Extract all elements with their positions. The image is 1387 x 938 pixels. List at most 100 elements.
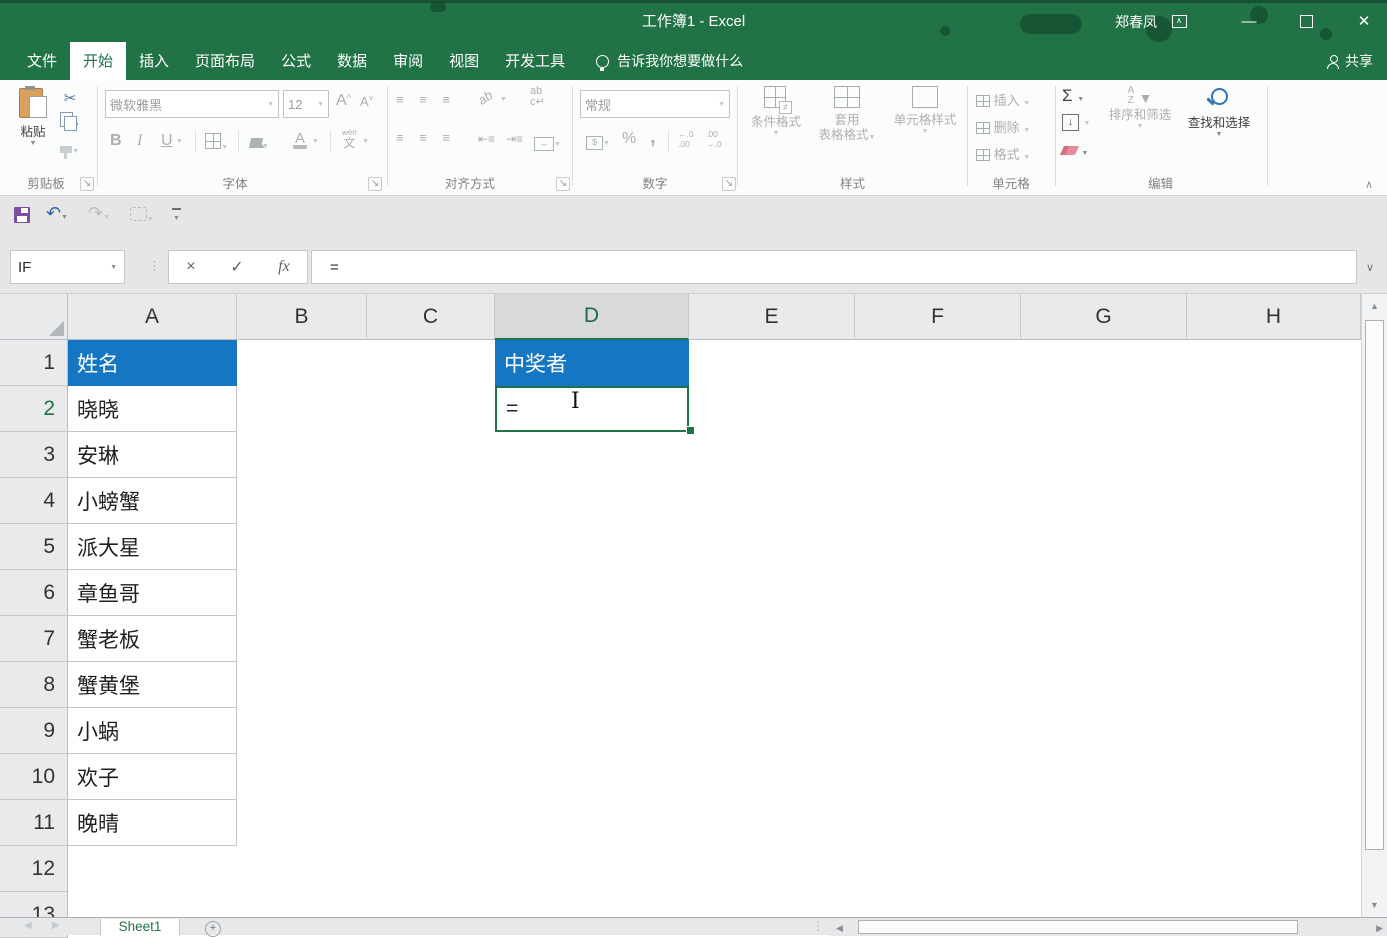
- row-header-12[interactable]: 12: [0, 846, 68, 892]
- save-button[interactable]: [14, 207, 30, 223]
- shrink-font-button[interactable]: A˅: [360, 94, 373, 109]
- underline-dropdown-arrow[interactable]: ▼: [176, 138, 183, 145]
- font-color-dropdown-arrow[interactable]: ▼: [312, 138, 319, 145]
- tab-review[interactable]: 审阅: [380, 42, 436, 80]
- formula-input[interactable]: =: [311, 250, 1357, 284]
- format-painter-button[interactable]: ▼: [60, 140, 79, 158]
- enter-entry-button[interactable]: ✓: [230, 257, 243, 277]
- maximize-button[interactable]: [1283, 0, 1329, 42]
- tell-me-box[interactable]: 告诉我你想要做什么: [596, 42, 743, 80]
- vertical-scrollbar[interactable]: ▲ ▼: [1361, 294, 1387, 917]
- cell-styles-button[interactable]: 单元格样式 ▼: [886, 86, 964, 135]
- undo-button[interactable]: ↶▼: [46, 203, 68, 224]
- cell-a4[interactable]: 小螃蟹: [68, 478, 237, 524]
- cell-a7[interactable]: 蟹老板: [68, 616, 237, 662]
- tab-developer[interactable]: 开发工具: [492, 42, 578, 80]
- expand-formula-bar-button[interactable]: ∨: [1358, 250, 1382, 284]
- format-as-table-button[interactable]: 套用表格格式▼: [812, 86, 882, 145]
- italic-button[interactable]: I: [137, 132, 142, 150]
- tab-file[interactable]: 文件: [14, 42, 70, 80]
- cell-a6[interactable]: 章鱼哥: [68, 570, 237, 616]
- column-header-f[interactable]: F: [855, 294, 1021, 340]
- close-button[interactable]: ✕: [1341, 0, 1387, 42]
- copy-button[interactable]: ▼: [60, 112, 80, 132]
- share-button[interactable]: 共享: [1327, 42, 1373, 80]
- fill-handle[interactable]: [686, 426, 695, 435]
- cell-a8[interactable]: 蟹黄堡: [68, 662, 237, 708]
- account-name[interactable]: 郑春凤: [1115, 0, 1157, 42]
- cancel-entry-button[interactable]: ×: [186, 258, 195, 276]
- delete-cells-button[interactable]: 删除 ▼: [976, 117, 1030, 136]
- select-all-button[interactable]: [0, 294, 68, 340]
- font-dialog-launcher[interactable]: ↘: [368, 177, 382, 191]
- number-dialog-launcher[interactable]: ↘: [722, 177, 736, 191]
- customize-qat-button[interactable]: ▼: [172, 204, 181, 222]
- row-header-9[interactable]: 9: [0, 708, 68, 754]
- bold-button[interactable]: B: [110, 132, 122, 150]
- fill-button[interactable]: ↓ ▼: [1062, 112, 1090, 131]
- cell-a5[interactable]: 派大星: [68, 524, 237, 570]
- comma-style-button[interactable]: ,: [650, 126, 656, 149]
- sort-filter-button[interactable]: AZ ▼ 排序和筛选 ▼: [1104, 86, 1176, 130]
- underline-button[interactable]: U: [161, 132, 173, 150]
- tab-insert[interactable]: 插入: [126, 42, 182, 80]
- wrap-text-button[interactable]: abc↵: [530, 86, 545, 108]
- find-select-button[interactable]: 查找和选择 ▼: [1180, 84, 1258, 138]
- name-box-splitter[interactable]: ⋮: [148, 258, 161, 274]
- scroll-up-button[interactable]: ▲: [1362, 294, 1387, 318]
- sheet-tab-sheet1[interactable]: Sheet1: [100, 919, 180, 936]
- fill-color-button[interactable]: ▼: [250, 135, 269, 153]
- scroll-down-button[interactable]: ▼: [1362, 893, 1387, 917]
- row-header-2[interactable]: 2: [0, 386, 68, 432]
- cell-a11[interactable]: 晚晴: [68, 800, 237, 846]
- cell-a9[interactable]: 小蜗: [68, 708, 237, 754]
- sheet-nav-next-button[interactable]: ▶: [52, 920, 60, 931]
- row-header-8[interactable]: 8: [0, 662, 68, 708]
- insert-cells-button[interactable]: 插入 ▼: [976, 90, 1030, 109]
- ribbon-display-options-button[interactable]: ∧: [1156, 0, 1202, 42]
- row-header-11[interactable]: 11: [0, 800, 68, 846]
- decrease-decimal-button[interactable]: .00→.0: [706, 129, 722, 149]
- merge-center-button[interactable]: ↔▼: [534, 133, 561, 151]
- tab-home[interactable]: 开始: [70, 42, 126, 80]
- column-header-h[interactable]: H: [1187, 294, 1361, 340]
- row-header-10[interactable]: 10: [0, 754, 68, 800]
- clipboard-dialog-launcher[interactable]: ↘: [80, 177, 94, 191]
- horizontal-scrollbar-thumb[interactable]: [858, 920, 1298, 934]
- increase-decimal-button[interactable]: ←.0.00: [678, 129, 694, 149]
- cell-a10[interactable]: 欢子: [68, 754, 237, 800]
- decrease-indent-button[interactable]: ⇤≡: [478, 132, 495, 146]
- collapse-ribbon-button[interactable]: ∧: [1365, 178, 1373, 191]
- row-header-6[interactable]: 6: [0, 570, 68, 616]
- number-format-combo[interactable]: 常规▼: [580, 90, 730, 118]
- cell-d1[interactable]: 中奖者: [495, 340, 689, 386]
- cell-a3[interactable]: 安琳: [68, 432, 237, 478]
- name-box-dropdown-arrow[interactable]: ▼: [110, 264, 117, 271]
- phonetic-guide-button[interactable]: wén 文: [342, 128, 357, 148]
- row-header-3[interactable]: 3: [0, 432, 68, 478]
- cell-a2[interactable]: 晓晓: [68, 386, 237, 432]
- scroll-left-button[interactable]: ◀: [836, 923, 843, 934]
- tab-data[interactable]: 数据: [324, 42, 380, 80]
- tab-scrollbar-splitter[interactable]: ⋮: [812, 919, 824, 933]
- clear-button[interactable]: ▼: [1062, 142, 1088, 160]
- vertical-scrollbar-thumb[interactable]: [1365, 320, 1384, 850]
- autosum-button[interactable]: Σ ▼: [1062, 86, 1084, 106]
- column-header-a[interactable]: A: [68, 294, 237, 340]
- horizontal-align-buttons[interactable]: ≡ ≡ ≡: [396, 130, 456, 145]
- custom-tool-button[interactable]: ▼: [130, 207, 154, 226]
- percent-style-button[interactable]: %: [622, 130, 636, 148]
- cell-a1[interactable]: 姓名: [68, 340, 237, 386]
- phonetic-dropdown-arrow[interactable]: ▼: [362, 138, 369, 145]
- column-header-e[interactable]: E: [689, 294, 855, 340]
- orientation-dropdown-arrow[interactable]: ▼: [500, 96, 507, 103]
- accounting-format-button[interactable]: $▼: [586, 132, 610, 150]
- tab-view[interactable]: 视图: [436, 42, 492, 80]
- column-header-b[interactable]: B: [237, 294, 367, 340]
- redo-button[interactable]: ↷▼: [88, 203, 110, 224]
- column-header-c[interactable]: C: [367, 294, 495, 340]
- tab-page-layout[interactable]: 页面布局: [182, 42, 268, 80]
- format-cells-button[interactable]: 格式 ▼: [976, 144, 1030, 163]
- minimize-button[interactable]: —: [1226, 0, 1272, 42]
- cut-button[interactable]: ✂: [58, 88, 82, 108]
